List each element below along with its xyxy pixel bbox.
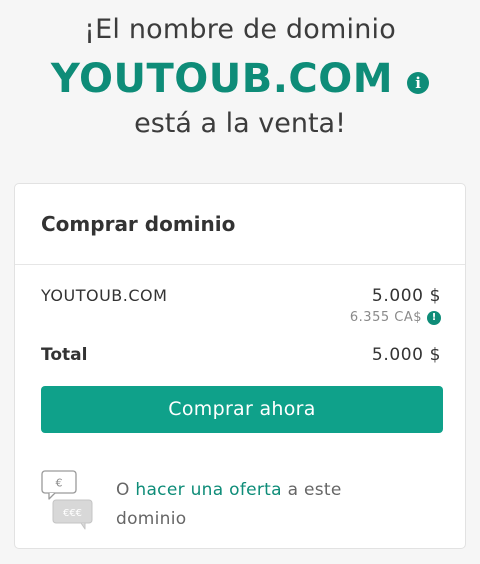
card-title: Comprar dominio [15, 184, 465, 265]
svg-text:€€€: €€€ [63, 508, 82, 519]
purchase-card: Comprar dominio YOUTOUB.COM 5.000 $ 6.35… [14, 183, 466, 549]
info-icon[interactable]: i [407, 72, 430, 94]
line-item-name: YOUTOUB.COM [41, 286, 168, 305]
converted-price-row: 6.355 CA$ ! [350, 310, 441, 325]
price-column: 5.000 $ 6.355 CA$ ! [350, 286, 441, 325]
hero-heading-line1: ¡El nombre de dominio [84, 14, 396, 45]
hero-domain-row: YOUTOUB.COM i [0, 56, 480, 102]
svg-text:€: € [56, 477, 63, 490]
total-value: 5.000 $ [371, 345, 441, 365]
make-offer-link[interactable]: hacer una oferta [135, 480, 281, 500]
total-row: Total 5.000 $ [41, 345, 441, 365]
line-item-price: 5.000 $ [371, 286, 441, 306]
exclamation-icon[interactable]: ! [427, 310, 441, 325]
offer-prefix: O [116, 480, 136, 500]
line-item-row: YOUTOUB.COM 5.000 $ 6.355 CA$ ! [41, 286, 441, 325]
domain-name: YOUTOUB.COM [50, 56, 394, 102]
hero-heading-line3: está a la venta! [134, 108, 346, 139]
buy-now-button[interactable]: Comprar ahora [41, 386, 443, 433]
converted-price: 6.355 CA$ [349, 310, 422, 325]
chat-bubbles-icon: € €€€ [41, 470, 93, 530]
total-label: Total [41, 345, 88, 365]
make-offer-text: O hacer una oferta a este dominio [116, 476, 406, 534]
